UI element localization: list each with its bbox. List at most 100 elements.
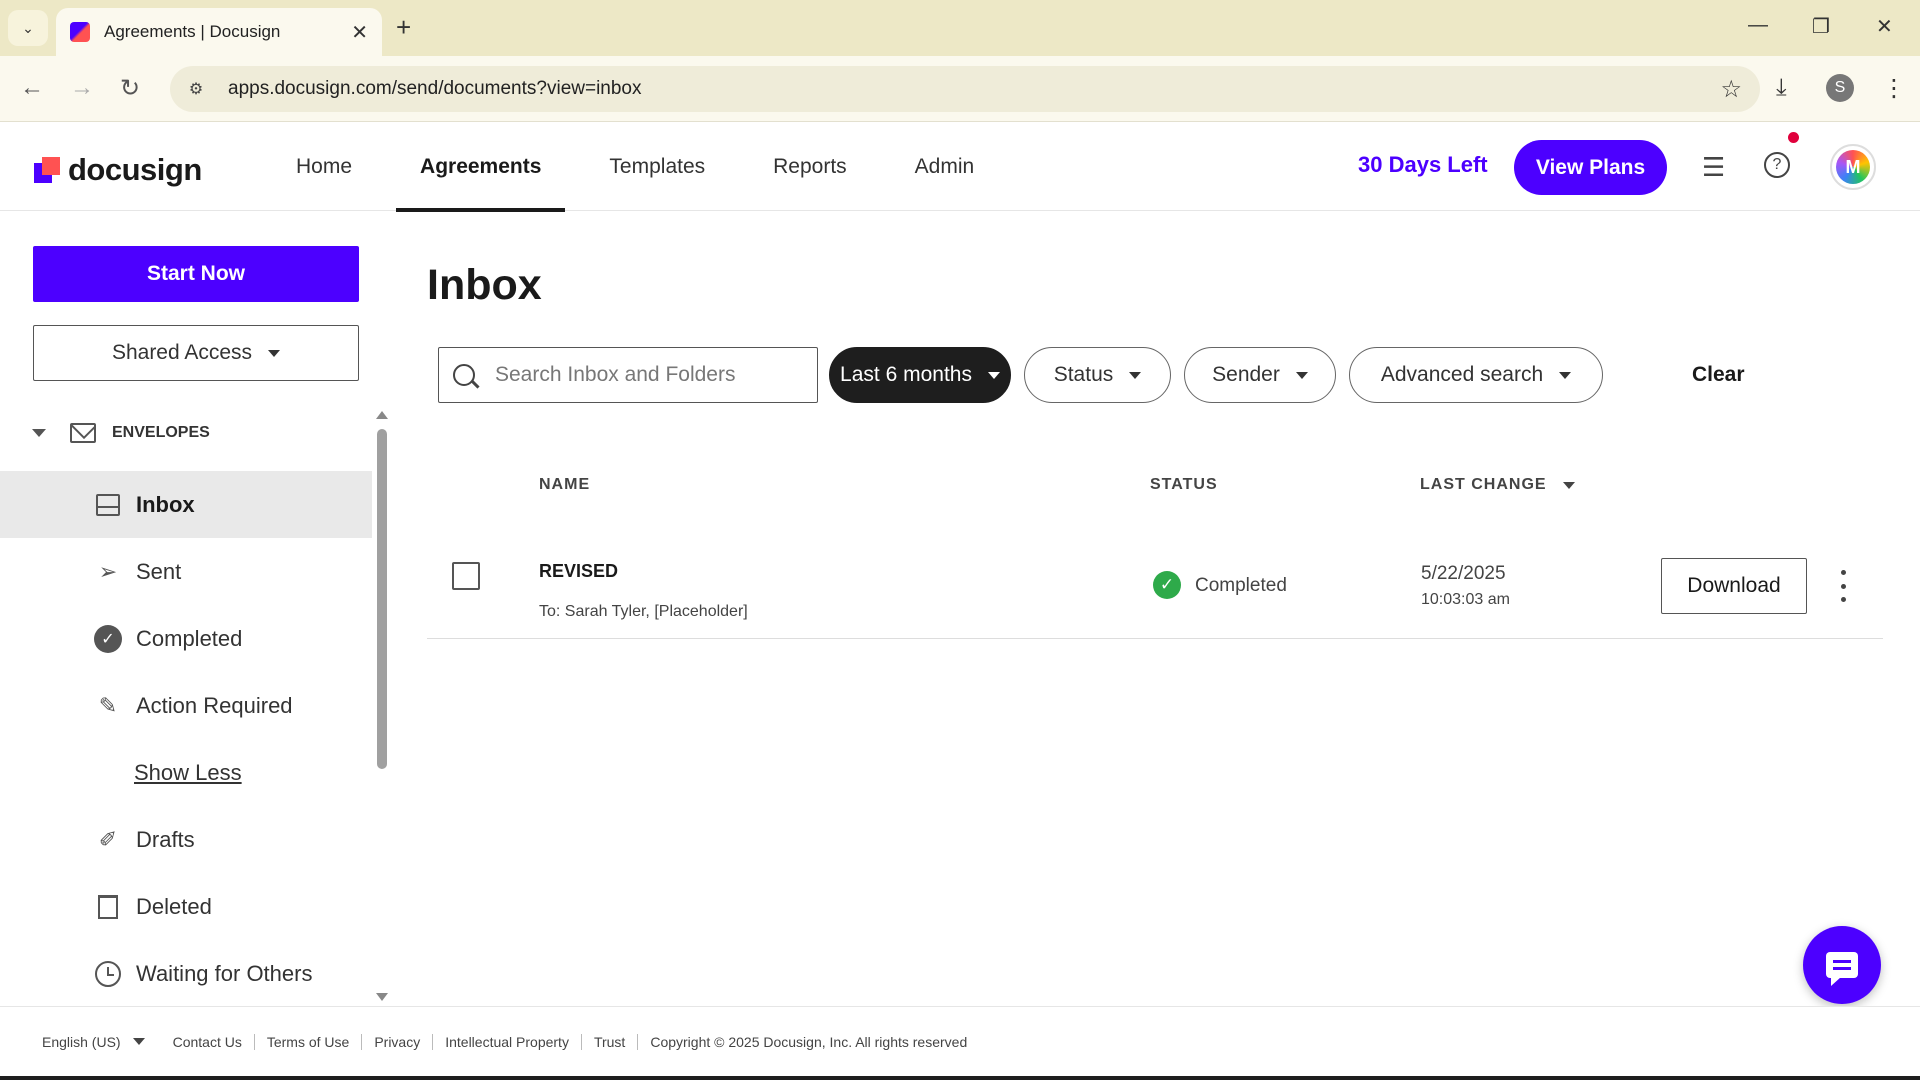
- envelope-status: Completed: [1195, 575, 1287, 596]
- chevron-down-icon: [1295, 371, 1308, 379]
- sidebar-item-action-required[interactable]: ✎ Action Required: [0, 672, 372, 739]
- column-header-status[interactable]: STATUS: [1150, 476, 1218, 494]
- trial-days-left[interactable]: 30 Days Left: [1358, 152, 1488, 178]
- envelopes-section-toggle[interactable]: ENVELOPES: [32, 423, 210, 443]
- sidebar-item-label: Drafts: [136, 826, 195, 852]
- tab-close-icon[interactable]: ✕: [351, 20, 368, 45]
- show-less-label: Show Less: [134, 759, 242, 785]
- pen-icon: ✎: [98, 692, 118, 718]
- tab-title: Agreements | Docusign: [104, 22, 281, 41]
- nav-agreements[interactable]: Agreements: [396, 122, 566, 212]
- sidebar-item-inbox[interactable]: Inbox: [0, 471, 372, 538]
- download-button[interactable]: Download: [1661, 558, 1807, 614]
- column-header-last-change[interactable]: LAST CHANGE: [1420, 476, 1575, 494]
- nav-reports[interactable]: Reports: [749, 122, 871, 211]
- chrome-menu-icon[interactable]: ⋮: [1882, 74, 1906, 103]
- nav-home[interactable]: Home: [272, 122, 376, 211]
- envelope-icon: [70, 423, 96, 443]
- send-icon: ➢: [98, 558, 118, 584]
- main-content: Inbox Last 6 months Status Sender Advanc…: [385, 211, 1920, 1006]
- footer-divider: [361, 1033, 363, 1050]
- footer-divider: [253, 1033, 255, 1050]
- sort-desc-icon: [1562, 481, 1575, 489]
- status-filter[interactable]: Status: [1024, 347, 1171, 403]
- date-range-filter[interactable]: Last 6 months: [829, 347, 1011, 403]
- inbox-icon: [94, 491, 122, 519]
- user-avatar[interactable]: M: [1830, 144, 1876, 190]
- envelopes-label: ENVELOPES: [112, 424, 210, 441]
- page-title: Inbox: [427, 261, 542, 309]
- advanced-search-label: Advanced search: [1380, 363, 1544, 386]
- clear-filters-button[interactable]: Clear: [1692, 363, 1745, 387]
- search-input[interactable]: [495, 363, 795, 387]
- start-now-button[interactable]: Start Now: [33, 246, 359, 302]
- top-nav: Home Agreements Templates Reports Admin: [272, 122, 1018, 212]
- envelope-folder-list: Inbox ➢ Sent ✓ Completed ✎ Action Requir…: [0, 471, 372, 1007]
- sidebar-item-label: Waiting for Others: [136, 960, 313, 986]
- nav-templates[interactable]: Templates: [585, 122, 729, 211]
- draft-icon: ✐: [98, 826, 118, 852]
- footer-link-contact-us[interactable]: Contact Us: [173, 1034, 242, 1050]
- docusign-logo[interactable]: docusign: [34, 152, 202, 188]
- language-selector[interactable]: English (US): [42, 1034, 145, 1050]
- shared-access-dropdown[interactable]: Shared Access: [33, 325, 359, 381]
- restore-icon[interactable]: ❐: [1812, 14, 1830, 39]
- clock-icon: [94, 960, 122, 988]
- chevron-down-icon: [1129, 371, 1142, 379]
- sidebar-item-drafts[interactable]: ✐ Drafts: [0, 806, 372, 873]
- footer-link-terms-of-use[interactable]: Terms of Use: [267, 1034, 349, 1050]
- docusign-logo-mark-icon: [34, 157, 60, 183]
- footer-link-privacy[interactable]: Privacy: [374, 1034, 420, 1050]
- more-options-icon[interactable]: [1831, 566, 1855, 606]
- advanced-search-filter[interactable]: Advanced search: [1349, 347, 1603, 403]
- minimize-icon[interactable]: —: [1748, 14, 1768, 37]
- sidebar-item-sent[interactable]: ➢ Sent: [0, 538, 372, 605]
- table-row[interactable]: REVISED To: Sarah Tyler, [Placeholder] ✓…: [427, 521, 1883, 639]
- address-bar[interactable]: ⚙ apps.docusign.com/send/documents?view=…: [170, 66, 1760, 112]
- url-text[interactable]: apps.docusign.com/send/documents?view=in…: [228, 78, 1720, 100]
- sidebar-item-completed[interactable]: ✓ Completed: [0, 605, 372, 672]
- browser-tab[interactable]: Agreements | Docusign ✕: [56, 8, 382, 56]
- chevron-down-icon: [268, 349, 281, 357]
- sidebar-item-label: Sent: [136, 558, 182, 584]
- sidebar-item-label: Deleted: [136, 893, 212, 919]
- footer-link-trust[interactable]: Trust: [594, 1034, 625, 1050]
- show-less-link[interactable]: Show Less: [0, 739, 372, 806]
- bookmark-star-icon[interactable]: ☆: [1720, 75, 1742, 104]
- forward-icon[interactable]: →: [70, 74, 94, 102]
- chat-bubble-icon: [1826, 952, 1858, 986]
- reload-icon[interactable]: ↻: [120, 74, 140, 103]
- site-info-icon[interactable]: ⚙: [184, 77, 208, 101]
- chat-button[interactable]: [1803, 926, 1881, 1004]
- last-change-label: LAST CHANGE: [1420, 476, 1547, 493]
- envelope-name[interactable]: REVISED: [539, 561, 618, 582]
- footer-link-intellectual-property[interactable]: Intellectual Property: [445, 1034, 569, 1050]
- sidebar-item-deleted[interactable]: Deleted: [0, 873, 372, 940]
- close-window-icon[interactable]: ✕: [1876, 14, 1893, 39]
- help-icon[interactable]: ?: [1764, 152, 1790, 178]
- sidebar-item-waiting-for-others[interactable]: Waiting for Others: [0, 940, 372, 1007]
- completed-check-icon: ✓: [1153, 571, 1181, 599]
- chevron-down-icon: [132, 1038, 145, 1045]
- new-tab-icon[interactable]: +: [396, 12, 411, 43]
- download-icon[interactable]: ⤓: [1776, 74, 1787, 102]
- column-header-name[interactable]: NAME: [539, 476, 590, 494]
- browser-profile-avatar[interactable]: S: [1826, 74, 1854, 102]
- nav-admin[interactable]: Admin: [891, 122, 999, 211]
- last-change-time: 10:03:03 am: [1421, 591, 1510, 608]
- logo-text: docusign: [68, 152, 202, 187]
- avatar-initial: M: [1836, 150, 1870, 184]
- sidebar-item-label: Completed: [136, 625, 243, 651]
- browser-tabstrip: ⌄ Agreements | Docusign ✕ + — ❐ ✕: [0, 0, 1920, 56]
- footer-divider: [580, 1033, 582, 1050]
- tab-search-button[interactable]: ⌄: [8, 10, 48, 46]
- row-checkbox[interactable]: [452, 562, 480, 590]
- app-header: docusign Home Agreements Templates Repor…: [0, 122, 1920, 212]
- sender-filter[interactable]: Sender: [1184, 347, 1336, 403]
- back-icon[interactable]: ←: [20, 74, 44, 102]
- browser-toolbar: ← → ↻ ⚙ apps.docusign.com/send/documents…: [0, 56, 1920, 122]
- checklist-icon[interactable]: ☰: [1702, 152, 1725, 183]
- view-plans-button[interactable]: View Plans: [1514, 140, 1667, 195]
- envelope-recipients: To: Sarah Tyler, [Placeholder]: [539, 603, 748, 620]
- search-field[interactable]: [438, 347, 818, 403]
